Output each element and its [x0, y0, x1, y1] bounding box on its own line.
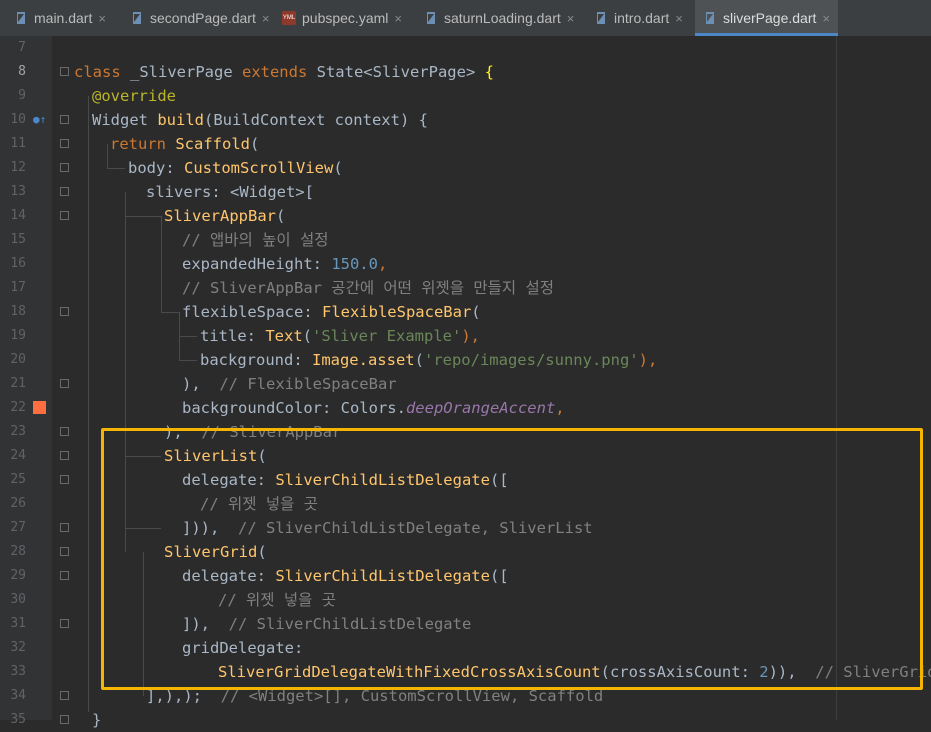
line-number: 13: [10, 184, 26, 199]
line-number: 17: [10, 280, 26, 295]
code-line: SliverAppBar(: [164, 207, 286, 225]
line-number: 16: [10, 256, 26, 271]
line-number: 20: [10, 352, 26, 367]
color-swatch-icon[interactable]: [33, 401, 46, 414]
close-icon[interactable]: ×: [567, 11, 575, 26]
line-number: 15: [10, 232, 26, 247]
code-line: ), // FlexibleSpaceBar: [182, 375, 397, 393]
line-number: 28: [10, 544, 26, 559]
line-number: 9: [18, 88, 26, 103]
code-line: background: Image.asset('repo/images/sun…: [200, 351, 658, 369]
code-line: body: CustomScrollView(: [128, 159, 343, 177]
fold-marker-icon[interactable]: [60, 451, 69, 460]
line-number: 19: [10, 328, 26, 343]
dart-file-icon: [703, 11, 717, 25]
tab-second-page-dart[interactable]: secondPage.dart ×: [126, 0, 274, 36]
dart-file-icon: [130, 11, 144, 25]
dart-file-icon: [594, 11, 608, 25]
fold-marker-icon[interactable]: [60, 619, 69, 628]
line-number: 24: [10, 448, 26, 463]
tab-label: pubspec.yaml: [302, 10, 389, 26]
fold-marker-icon[interactable]: [60, 211, 69, 220]
tab-label: saturnLoading.dart: [444, 10, 561, 26]
line-number: 30: [10, 592, 26, 607]
line-number: 7: [18, 40, 26, 55]
editor-tab-bar: main.dart × secondPage.dart × YML pubspe…: [0, 0, 931, 37]
close-icon[interactable]: ×: [98, 11, 106, 26]
dart-file-icon: [14, 11, 28, 25]
tab-label: sliverPage.dart: [723, 10, 817, 26]
line-number: 25: [10, 472, 26, 487]
code-line: // 앱바의 높이 설정: [182, 231, 329, 249]
override-icon[interactable]: ●↑: [33, 113, 46, 126]
tab-label: main.dart: [34, 10, 93, 26]
code-line: title: Text('Sliver Example'),: [200, 327, 480, 345]
code-line: backgroundColor: Colors.deepOrangeAccent…: [182, 399, 565, 417]
close-icon[interactable]: ×: [394, 11, 402, 26]
code-line: Widget build(BuildContext context) {: [92, 111, 428, 129]
line-number: 12: [10, 160, 26, 175]
tab-intro-dart[interactable]: intro.dart ×: [594, 0, 692, 36]
fold-marker-icon[interactable]: [60, 547, 69, 556]
code-line: @override: [92, 87, 176, 105]
code-line: // SliverAppBar 공간에 어떤 위젯을 만들지 설정: [182, 279, 555, 297]
fold-marker-icon[interactable]: [60, 307, 69, 316]
line-number: 11: [10, 136, 26, 151]
line-number: 33: [10, 664, 26, 679]
fold-marker-icon[interactable]: [60, 571, 69, 580]
line-number: 29: [10, 568, 26, 583]
code-line: slivers: <Widget>[: [146, 183, 314, 201]
fold-marker-icon[interactable]: [60, 475, 69, 484]
tab-label: intro.dart: [614, 10, 670, 26]
fold-marker-icon[interactable]: [60, 187, 69, 196]
line-number: 10: [10, 112, 26, 127]
fold-marker-icon[interactable]: [60, 139, 69, 148]
line-number: 26: [10, 496, 26, 511]
line-number: 22: [10, 400, 26, 415]
dart-file-icon: [424, 11, 438, 25]
line-number: 23: [10, 424, 26, 439]
line-number: 21: [10, 376, 26, 391]
tab-pubspec-yaml[interactable]: YML pubspec.yaml ×: [282, 0, 412, 36]
tab-saturn-loading-dart[interactable]: saturnLoading.dart ×: [424, 0, 586, 36]
fold-marker-icon[interactable]: [60, 523, 69, 532]
close-icon[interactable]: ×: [822, 11, 830, 26]
code-line: flexibleSpace: FlexibleSpaceBar(: [182, 303, 481, 321]
yaml-file-icon: YML: [282, 11, 296, 25]
fold-marker-icon[interactable]: [60, 115, 69, 124]
close-icon[interactable]: ×: [675, 11, 683, 26]
line-number: 35: [10, 712, 26, 727]
code-line: }: [92, 711, 102, 729]
fold-marker-icon[interactable]: [60, 163, 69, 172]
line-number: 14: [10, 208, 26, 223]
line-number: 27: [10, 520, 26, 535]
line-number: 32: [10, 640, 26, 655]
line-number: 18: [10, 304, 26, 319]
fold-marker-icon[interactable]: [60, 67, 69, 76]
line-number: 8: [18, 64, 26, 79]
line-number: 31: [10, 616, 26, 631]
tab-main-dart[interactable]: main.dart ×: [0, 0, 118, 36]
code-line: return Scaffold(: [110, 135, 260, 153]
tab-sliver-page-dart[interactable]: sliverPage.dart ×: [695, 0, 838, 36]
code-line: class _SliverPage extends State<SliverPa…: [74, 63, 494, 81]
fold-marker-icon[interactable]: [60, 691, 69, 700]
line-number: 34: [10, 688, 26, 703]
tab-label: secondPage.dart: [150, 10, 256, 26]
close-icon[interactable]: ×: [262, 11, 270, 26]
code-line: expandedHeight: 150.0,: [182, 255, 388, 273]
fold-marker-icon[interactable]: [60, 427, 69, 436]
fold-marker-icon[interactable]: [60, 379, 69, 388]
highlight-box: [101, 428, 923, 690]
